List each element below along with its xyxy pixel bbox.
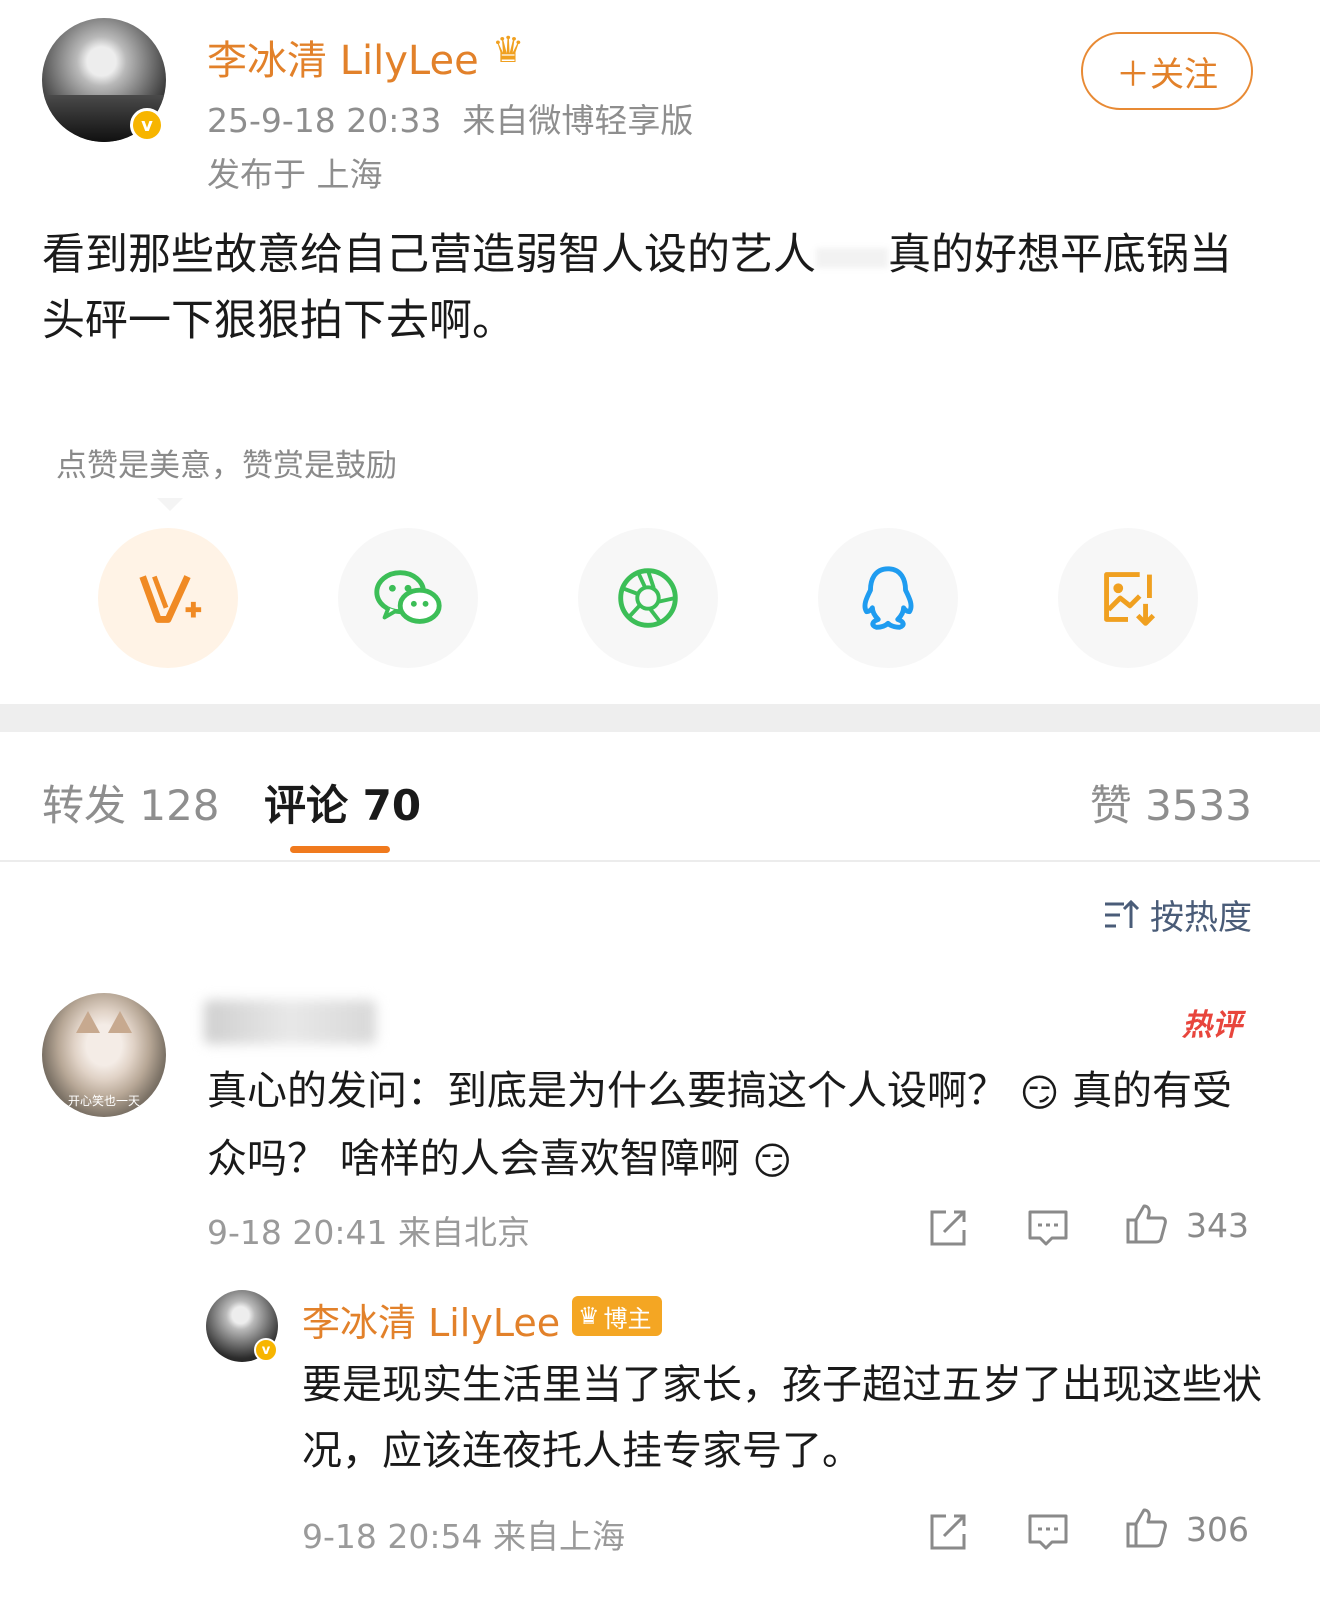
tip-arrow xyxy=(157,498,183,511)
comment-icon[interactable] xyxy=(1026,1206,1070,1250)
share-qq-button[interactable] xyxy=(818,528,958,668)
reward-v-icon xyxy=(139,575,202,623)
share-moments-button[interactable] xyxy=(578,528,718,668)
comment-icon[interactable] xyxy=(1026,1510,1070,1554)
follow-button[interactable]: ＋关注 xyxy=(1081,32,1253,110)
sort-icon xyxy=(1105,899,1140,928)
doge-emoji-icon: 😏 xyxy=(752,1139,793,1183)
reward-button[interactable] xyxy=(98,528,238,668)
reply-author-name[interactable]: 李冰清 LilyLee xyxy=(302,1292,560,1347)
post-body: 看到那些故意给自己营造弱智人设的艺人 真的好想平底锅当头砰一下狠狠拍下去啊。 xyxy=(42,222,1262,354)
reward-tip: 点赞是美意，赞赏是鼓励 xyxy=(56,448,397,484)
tabs-divider xyxy=(0,860,1320,862)
like-icon[interactable] xyxy=(1124,1202,1168,1246)
post-time-source: 25-9-18 20:33 来自微博轻享版 xyxy=(207,94,693,142)
blogger-badge: ♛ 博主 xyxy=(572,1296,662,1336)
tab-likes[interactable]: 赞 3533 xyxy=(1090,772,1252,833)
tab-comments[interactable]: 评论 70 xyxy=(264,772,421,833)
doge-emoji-icon: 😏 xyxy=(1019,1071,1060,1115)
repost-icon[interactable] xyxy=(926,1510,970,1554)
post-source: 来自微博轻享版 xyxy=(462,101,694,140)
repost-icon[interactable] xyxy=(926,1206,970,1250)
reply-like-count: 306 xyxy=(1186,1510,1249,1549)
commenter-avatar[interactable]: 开心笑也一天 xyxy=(42,993,166,1117)
active-tab-indicator xyxy=(290,846,390,853)
author-name[interactable]: 李冰清 LilyLee xyxy=(207,28,479,86)
blogger-badge-label: 博主 xyxy=(603,1304,652,1333)
sort-label: 按热度 xyxy=(1150,898,1252,938)
post-text-part1: 看到那些故意给自己营造弱智人设的艺人 xyxy=(42,230,816,280)
comment-text-part1: 真心的发问：到底是为什么要搞这个人设啊？ xyxy=(207,1068,1007,1114)
verified-badge-icon: v xyxy=(130,108,164,142)
qq-icon xyxy=(862,566,914,630)
moments-icon xyxy=(618,568,678,628)
commenter-name-blurred[interactable] xyxy=(204,1000,376,1044)
blurred-emoji xyxy=(816,247,888,268)
verified-badge-icon: v xyxy=(254,1338,278,1362)
tab-repost[interactable]: 转发 128 xyxy=(42,772,220,833)
comment-time-source: 9-18 20:41 来自北京 xyxy=(207,1213,530,1252)
post-time: 25-9-18 20:33 xyxy=(207,101,442,140)
reply-time-source: 9-18 20:54 来自上海 xyxy=(302,1517,625,1556)
avatar-caption: 开心笑也一天 xyxy=(67,1094,140,1108)
comment-like-count: 343 xyxy=(1186,1206,1249,1245)
comment-text: 真心的发问：到底是为什么要搞这个人设啊？ 😏 真的有受众吗？ 啥样的人会喜欢智障… xyxy=(207,1058,1267,1194)
crown-icon: ♛ xyxy=(578,1302,600,1330)
post-location: 发布于 上海 xyxy=(207,155,383,194)
crown-icon: ♛ xyxy=(492,30,525,71)
reply-text: 要是现实生活里当了家长，孩子超过五岁了出现这些状况，应该连夜托人挂专家号了。 xyxy=(302,1362,1262,1474)
share-wechat-button[interactable] xyxy=(338,528,478,668)
sort-button[interactable]: 按热度 xyxy=(1102,890,1252,939)
wechat-icon xyxy=(374,570,442,624)
section-separator xyxy=(0,704,1320,732)
hot-comment-badge: 热评 xyxy=(1182,1008,1242,1043)
like-icon[interactable] xyxy=(1124,1506,1168,1550)
save-image-icon xyxy=(1104,572,1156,626)
save-image-button[interactable] xyxy=(1058,528,1198,668)
